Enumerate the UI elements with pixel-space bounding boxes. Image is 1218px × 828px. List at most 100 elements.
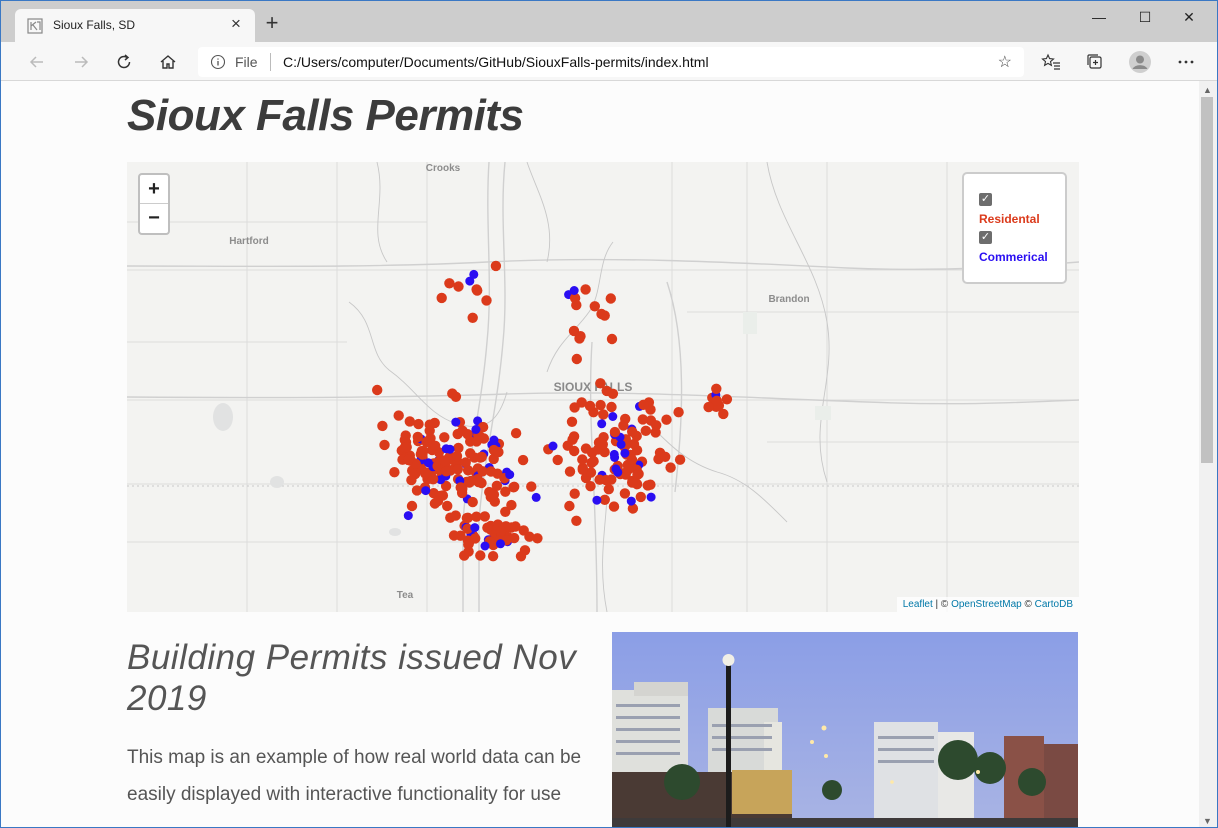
collections-button[interactable] xyxy=(1082,49,1108,75)
residential-permit-marker[interactable] xyxy=(606,333,618,345)
residential-permit-marker[interactable] xyxy=(595,378,606,389)
commercial-permit-marker[interactable] xyxy=(496,539,505,549)
commercial-permit-marker[interactable] xyxy=(531,492,541,502)
residential-permit-marker[interactable] xyxy=(566,416,578,427)
residential-permit-marker[interactable] xyxy=(472,474,483,485)
back-button[interactable] xyxy=(24,49,50,75)
residential-permit-marker[interactable] xyxy=(465,448,476,459)
residential-permit-marker[interactable] xyxy=(401,441,412,453)
residential-permit-marker[interactable] xyxy=(519,545,531,556)
residential-permit-marker[interactable] xyxy=(487,551,499,562)
residential-permit-marker[interactable] xyxy=(459,550,470,561)
residential-permit-marker[interactable] xyxy=(627,426,638,437)
residential-permit-marker[interactable] xyxy=(432,495,444,507)
commercial-permit-marker[interactable] xyxy=(489,435,499,445)
residential-permit-marker[interactable] xyxy=(485,466,497,477)
residential-permit-marker[interactable] xyxy=(379,439,390,451)
residential-permit-marker[interactable] xyxy=(490,260,502,272)
residential-permit-marker[interactable] xyxy=(650,427,661,438)
residential-permit-marker[interactable] xyxy=(439,432,450,443)
commercial-checkbox[interactable]: ✓ xyxy=(979,231,992,244)
residential-permit-marker[interactable] xyxy=(607,388,619,399)
commercial-permit-marker[interactable] xyxy=(592,495,602,505)
residential-permit-marker[interactable] xyxy=(635,491,646,503)
residential-permit-marker[interactable] xyxy=(389,467,400,478)
scroll-thumb[interactable] xyxy=(1201,97,1213,463)
residential-permit-marker[interactable] xyxy=(526,481,537,492)
residential-permit-marker[interactable] xyxy=(564,500,575,512)
residential-permit-marker[interactable] xyxy=(471,284,482,295)
residential-permit-marker[interactable] xyxy=(482,522,493,533)
residential-permit-marker[interactable] xyxy=(455,482,466,493)
residential-permit-marker[interactable] xyxy=(448,530,460,541)
residential-permit-marker[interactable] xyxy=(461,512,473,524)
page-scrollbar[interactable]: ▲ ▼ xyxy=(1199,81,1217,827)
commercial-permit-marker[interactable] xyxy=(608,412,618,421)
residential-permit-marker[interactable] xyxy=(626,454,638,465)
zoom-out-button[interactable]: − xyxy=(140,204,168,233)
residential-permit-marker[interactable] xyxy=(467,312,478,323)
maximize-button[interactable]: ☐ xyxy=(1123,5,1167,29)
close-window-button[interactable]: ✕ xyxy=(1167,5,1211,29)
commercial-permit-marker[interactable] xyxy=(597,419,607,429)
residential-permit-marker[interactable] xyxy=(417,449,428,460)
residential-permit-marker[interactable] xyxy=(623,464,634,475)
commercial-permit-marker[interactable] xyxy=(569,286,579,295)
residential-permit-marker[interactable] xyxy=(640,425,651,436)
residential-permit-marker[interactable] xyxy=(493,446,504,458)
new-tab-button[interactable]: + xyxy=(261,12,283,34)
star-icon[interactable]: ☆ xyxy=(998,52,1012,72)
residential-permit-marker[interactable] xyxy=(467,496,478,508)
residential-permit-marker[interactable] xyxy=(608,501,620,512)
residential-permit-marker[interactable] xyxy=(403,454,414,466)
residential-permit-marker[interactable] xyxy=(453,281,464,292)
scroll-down-icon[interactable]: ▼ xyxy=(1203,816,1212,826)
residential-permit-marker[interactable] xyxy=(703,401,714,413)
residential-permit-marker[interactable] xyxy=(603,484,614,495)
residential-permit-marker[interactable] xyxy=(606,401,617,413)
residential-permit-marker[interactable] xyxy=(673,407,684,418)
residential-permit-marker[interactable] xyxy=(660,451,671,462)
residential-permit-marker[interactable] xyxy=(586,457,597,468)
residential-permit-marker[interactable] xyxy=(598,409,609,420)
residential-permit-marker[interactable] xyxy=(632,469,643,480)
residential-permit-marker[interactable] xyxy=(420,468,431,479)
commercial-permit-marker[interactable] xyxy=(480,541,490,551)
residential-permit-marker[interactable] xyxy=(711,383,722,394)
scroll-up-icon[interactable]: ▲ xyxy=(1203,85,1212,95)
residential-permit-marker[interactable] xyxy=(451,450,463,462)
residential-permit-marker[interactable] xyxy=(605,293,616,304)
commercial-permit-marker[interactable] xyxy=(470,523,480,533)
residential-permit-marker[interactable] xyxy=(575,331,586,342)
residential-permit-marker[interactable] xyxy=(463,539,474,550)
zoom-in-button[interactable]: + xyxy=(140,175,168,204)
residential-permit-marker[interactable] xyxy=(445,512,456,523)
residential-permit-marker[interactable] xyxy=(674,454,686,465)
residential-permit-marker[interactable] xyxy=(393,410,404,421)
commercial-permit-marker[interactable] xyxy=(620,448,630,458)
residential-permit-marker[interactable] xyxy=(569,445,580,457)
residential-permit-marker[interactable] xyxy=(452,464,463,475)
commercial-permit-marker[interactable] xyxy=(610,453,620,462)
residential-permit-marker[interactable] xyxy=(406,500,418,512)
residential-permit-marker[interactable] xyxy=(618,420,629,431)
residential-permit-marker[interactable] xyxy=(597,439,608,450)
commercial-permit-marker[interactable] xyxy=(403,511,413,521)
residential-permit-marker[interactable] xyxy=(424,425,435,436)
permits-map[interactable]: Crooks Hartford Brandon SIOUX FALLS Tea … xyxy=(127,162,1079,612)
residential-permit-marker[interactable] xyxy=(569,402,580,413)
residential-permit-marker[interactable] xyxy=(665,462,676,473)
residential-permit-marker[interactable] xyxy=(441,466,452,477)
residential-permit-marker[interactable] xyxy=(600,474,612,486)
commercial-permit-marker[interactable] xyxy=(469,269,479,279)
residential-permit-marker[interactable] xyxy=(584,400,596,412)
residential-permit-marker[interactable] xyxy=(532,533,543,544)
residential-permit-marker[interactable] xyxy=(413,418,424,430)
address-url[interactable]: C:/Users/computer/Documents/GitHub/Sioux… xyxy=(283,54,709,70)
cartodb-link[interactable]: CartoDB xyxy=(1035,599,1073,610)
commercial-permit-marker[interactable] xyxy=(626,496,636,506)
residential-permit-marker[interactable] xyxy=(471,511,482,522)
residential-permit-marker[interactable] xyxy=(580,443,592,454)
residential-permit-marker[interactable] xyxy=(421,436,432,448)
residential-permit-marker[interactable] xyxy=(510,428,522,439)
